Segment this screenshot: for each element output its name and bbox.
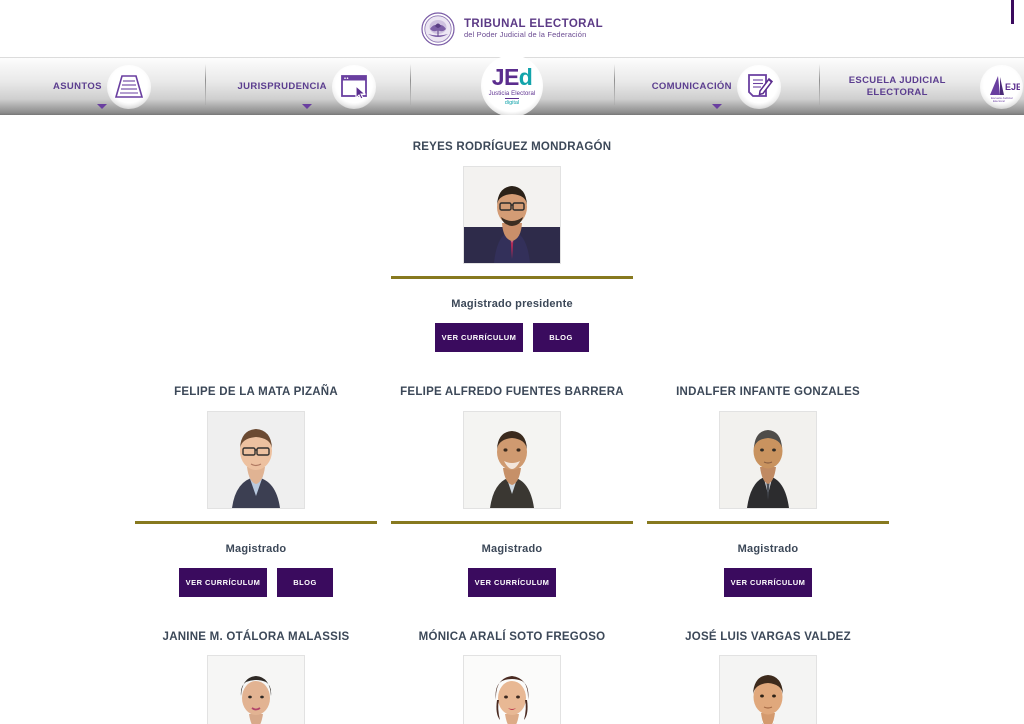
magistrate-card: FELIPE ALFREDO FUENTES BARRERA Magistrad… bbox=[391, 386, 633, 597]
document-pen-icon bbox=[736, 64, 782, 110]
magistrate-name: REYES RODRÍGUEZ MONDRAGÓN bbox=[412, 141, 612, 153]
jed-tagline-secondary: digital bbox=[504, 97, 520, 106]
jed-tagline: Justicia Electoral bbox=[488, 90, 536, 97]
corner-accent-bar bbox=[1011, 0, 1014, 24]
nav-item-comunicacion[interactable]: COMUNICACIÓN bbox=[614, 58, 819, 115]
nav-item-jurisprudencia[interactable]: JURISPRUDENCIA bbox=[204, 58, 410, 115]
magistrate-portrait bbox=[207, 655, 305, 724]
magistrate-name: FELIPE DE LA MATA PIZAÑA bbox=[174, 385, 338, 398]
magistrate-card: REYES RODRÍGUEZ MONDRAGÓN Magistrado pre… bbox=[391, 141, 633, 352]
nav-item-label: COMUNICACIÓN bbox=[651, 80, 732, 92]
nav-item-escuela-judicial-electoral[interactable]: ESCUELA JUDICIAL ELECTORAL EJE Escuela J… bbox=[819, 58, 1024, 115]
gold-divider bbox=[135, 520, 377, 524]
blog-button[interactable]: BLOG bbox=[533, 322, 589, 352]
magistrate-actions: VER CURRÍCULUM bbox=[724, 567, 812, 597]
magistrates-row-3: JANINE M. OTÁLORA MALASSIS MÓNICA ARALÍ … bbox=[0, 631, 1024, 724]
ver-curriculum-button[interactable]: VER CURRÍCULUM bbox=[724, 567, 812, 597]
magistrate-portrait bbox=[463, 165, 561, 264]
magistrate-role: Magistrado presidente bbox=[451, 297, 573, 310]
magistrate-portrait bbox=[719, 410, 817, 509]
magistrate-actions: VER CURRÍCULUM BLOG bbox=[179, 567, 333, 597]
jed-logo: JEd Justicia Electoral digital bbox=[480, 54, 543, 117]
magistrate-card: MÓNICA ARALÍ SOTO FREGOSO bbox=[391, 631, 633, 724]
magistrate-actions: VER CURRÍCULUM BLOG bbox=[435, 322, 589, 352]
ver-curriculum-button[interactable]: VER CURRÍCULUM bbox=[179, 567, 267, 597]
nav-item-jed-home[interactable]: JEd Justicia Electoral digital bbox=[409, 54, 615, 117]
jed-word-purple: JE bbox=[491, 63, 520, 90]
magistrate-name: INDALFER INFANTE GONZALES bbox=[676, 385, 860, 398]
magistrate-name: JOSÉ LUIS VARGAS VALDEZ bbox=[685, 630, 851, 643]
chevron-down-icon[interactable] bbox=[302, 104, 313, 109]
chevron-down-icon[interactable] bbox=[711, 104, 722, 109]
gold-divider bbox=[647, 520, 889, 524]
main-navigation: ASUNTOS JURISPRUDENCIA JEd Justicia Elec… bbox=[0, 54, 1024, 117]
blog-button[interactable]: BLOG bbox=[277, 567, 333, 597]
magistrates-directory: REYES RODRÍGUEZ MONDRAGÓN Magistrado pre… bbox=[0, 115, 1024, 724]
mexican-eagle-seal-icon bbox=[421, 11, 455, 46]
ver-curriculum-button[interactable]: VER CURRÍCULUM bbox=[435, 322, 523, 352]
magistrate-portrait bbox=[719, 655, 817, 724]
brand-logo[interactable]: TRIBUNAL ELECTORAL del Poder Judicial de… bbox=[421, 11, 604, 46]
nav-item-label: JURISPRUDENCIA bbox=[237, 80, 327, 92]
magistrate-portrait bbox=[207, 410, 305, 509]
gold-divider bbox=[391, 275, 633, 279]
magistrate-card: INDALFER INFANTE GONZALES Magistrado VER… bbox=[647, 386, 889, 597]
browser-window-cursor-icon bbox=[331, 64, 377, 110]
magistrate-name: MÓNICA ARALÍ SOTO FREGOSO bbox=[418, 630, 606, 643]
magistrate-role: Magistrado bbox=[225, 542, 287, 555]
magistrate-name: FELIPE ALFREDO FUENTES BARRERA bbox=[400, 385, 624, 398]
magistrates-row-2: FELIPE DE LA MATA PIZAÑA Magistrado VER … bbox=[0, 386, 1024, 597]
nav-item-asuntos[interactable]: ASUNTOS bbox=[0, 58, 205, 115]
magistrate-role: Magistrado bbox=[481, 542, 543, 555]
magistrate-portrait bbox=[463, 655, 561, 724]
brand-title: TRIBUNAL ELECTORAL bbox=[463, 17, 604, 30]
ver-curriculum-button[interactable]: VER CURRÍCULUM bbox=[468, 567, 556, 597]
chevron-down-icon[interactable] bbox=[97, 104, 108, 109]
magistrate-card: FELIPE DE LA MATA PIZAÑA Magistrado VER … bbox=[135, 386, 377, 597]
magistrate-name: JANINE M. OTÁLORA MALASSIS bbox=[162, 630, 350, 643]
magistrate-portrait bbox=[463, 410, 561, 509]
documents-stack-icon bbox=[106, 64, 152, 110]
nav-item-label: ASUNTOS bbox=[53, 80, 102, 92]
gold-divider bbox=[391, 520, 633, 524]
svg-text:EJE: EJE bbox=[1005, 82, 1020, 92]
magistrate-role: Magistrado bbox=[737, 542, 799, 555]
eje-school-logo-icon: EJE Escuela Judicial Electoral bbox=[979, 64, 1024, 110]
magistrates-row-president: REYES RODRÍGUEZ MONDRAGÓN Magistrado pre… bbox=[0, 141, 1024, 352]
magistrate-card: JOSÉ LUIS VARGAS VALDEZ bbox=[647, 631, 889, 724]
svg-text:Electoral: Electoral bbox=[993, 99, 1005, 103]
magistrate-card: JANINE M. OTÁLORA MALASSIS bbox=[135, 631, 377, 724]
nav-item-label: ESCUELA JUDICIAL ELECTORAL bbox=[848, 74, 946, 98]
jed-word-teal: d bbox=[518, 63, 533, 90]
site-header: TRIBUNAL ELECTORAL del Poder Judicial de… bbox=[0, 0, 1024, 57]
magistrate-actions: VER CURRÍCULUM bbox=[468, 567, 556, 597]
brand-subtitle: del Poder Judicial de la Federación bbox=[463, 29, 587, 39]
